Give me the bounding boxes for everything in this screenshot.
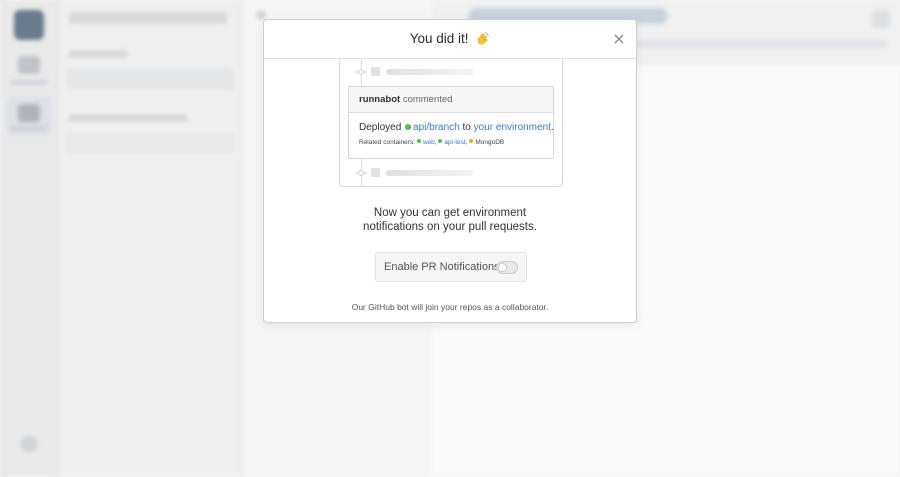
deploy-line: Deployed api/branch to your environment. xyxy=(359,122,554,133)
commit-icon xyxy=(355,69,367,75)
container-separator: , xyxy=(434,139,437,146)
rail-label xyxy=(10,80,48,85)
github-bot-note: Our GitHub bot will join your repos as a… xyxy=(351,302,549,312)
commit-avatar xyxy=(371,168,380,177)
panel-row xyxy=(66,68,234,90)
period: . xyxy=(550,122,554,133)
rail-label xyxy=(10,126,48,131)
modal-title: You did it! xyxy=(264,31,636,46)
rail-icon xyxy=(18,56,40,74)
modal-header: You did it! xyxy=(264,20,636,59)
main-corner-icon xyxy=(872,10,890,28)
panel-heading xyxy=(68,114,188,122)
repo-list-panel xyxy=(58,0,242,477)
commit-avatar xyxy=(371,67,380,76)
panel-row xyxy=(66,132,234,154)
status-green-dot xyxy=(416,139,421,143)
branch-name: api/branch xyxy=(413,122,460,133)
enable-button-label: Enable PR Notifications xyxy=(384,261,500,273)
container-name: MongoDB xyxy=(475,139,505,146)
status-green-dot xyxy=(438,139,443,143)
toggle-knob xyxy=(498,263,507,272)
success-modal: You did it! runnabot commented Deployed … xyxy=(263,19,637,323)
commit-text-placeholder xyxy=(386,170,474,176)
commit-text-placeholder xyxy=(386,69,474,75)
panel-heading xyxy=(68,50,128,58)
related-label: Related containers: xyxy=(359,139,416,146)
clapping-hands-icon xyxy=(477,32,490,45)
modal-title-text: You did it! xyxy=(409,31,469,46)
deployed-word: Deployed xyxy=(359,122,402,133)
help-icon xyxy=(20,436,38,452)
close-icon[interactable] xyxy=(612,32,626,46)
enable-pr-notifications-button[interactable]: Enable PR Notifications xyxy=(375,252,527,282)
comment-body: Deployed api/branch to your environment.… xyxy=(349,113,554,146)
commit-icon xyxy=(355,170,367,176)
related-containers: Related containers: web, api-test, Mongo… xyxy=(359,139,553,146)
message-line: Now you can get environment xyxy=(373,207,527,219)
bot-comment-card: runnabot commented Deployed api/branch t… xyxy=(348,86,554,159)
environment-link: your environment xyxy=(473,122,551,133)
comment-author: runnabot xyxy=(359,94,401,105)
success-message: Now you can get environment notification… xyxy=(264,206,636,234)
container-separator: , xyxy=(465,139,468,146)
pr-comment-illustration: runnabot commented Deployed api/branch t… xyxy=(339,59,563,187)
status-yellow-dot xyxy=(469,139,474,143)
comment-action: commented xyxy=(402,94,453,105)
panel-search xyxy=(68,12,228,24)
message-line: notifications on your pull requests. xyxy=(363,221,537,233)
notifications-toggle[interactable] xyxy=(496,261,518,274)
left-rail xyxy=(0,0,58,477)
status-green-dot xyxy=(405,124,412,130)
container-name: web xyxy=(422,139,435,146)
container-name: api-test xyxy=(444,139,466,146)
app-logo xyxy=(14,10,44,40)
to-word: to xyxy=(462,122,471,133)
comment-header: runnabot commented xyxy=(349,87,553,113)
rail-icon xyxy=(18,104,40,122)
